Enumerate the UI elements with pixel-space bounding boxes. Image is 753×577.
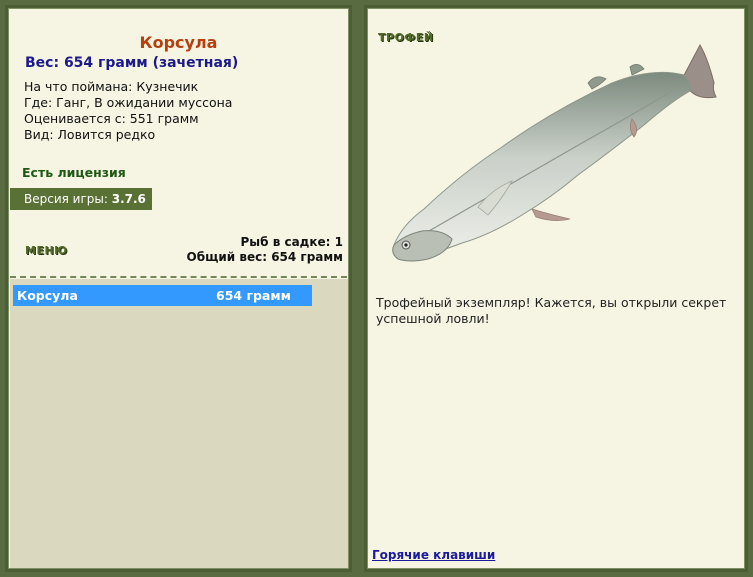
keepnet-stats: Рыб в садке: 1 Общий вес: 654 грамм: [187, 235, 343, 265]
catch-name: Корсула: [17, 288, 78, 303]
version-label: Версия игры:: [24, 192, 112, 206]
fish-details: На что поймана: Кузнечик Где: Ганг, В ож…: [24, 79, 232, 143]
divider: [10, 276, 347, 278]
fish-weight: Вес: 654 грамм (зачетная): [25, 55, 239, 71]
game-version: Версия игры: 3.7.6: [10, 188, 152, 210]
value-line: Оценивается с: 551 грамм: [24, 111, 199, 126]
trophy-description: Трофейный экземпляр! Кажется, вы открыли…: [376, 295, 727, 326]
keepnet-total-weight: Общий вес: 654 грамм: [186, 250, 343, 264]
fish-icon: [392, 43, 717, 262]
catch-weight: 654 грамм: [216, 288, 291, 303]
menu-button[interactable]: МЕНЮ: [25, 244, 68, 257]
trophy-panel: ТРОФЕЙ Трофейный экземпляр! Кажется, вы …: [364, 5, 748, 572]
license-status: Есть лицензия: [22, 165, 126, 180]
hotkeys-link[interactable]: Горячие клавиши: [372, 548, 495, 562]
list-item[interactable]: Корсула 654 грамм: [13, 285, 312, 306]
location-line: Где: Ганг, В ожидании муссона: [24, 95, 233, 110]
keepnet-count: Рыб в садке: 1: [240, 235, 344, 249]
fish-name: Корсула: [139, 33, 218, 52]
version-value: 3.7.6: [111, 192, 146, 206]
fish-info-panel: Корсула Вес: 654 грамм (зачетная) На что…: [5, 5, 352, 572]
keepnet-list[interactable]: Корсула 654 грамм: [10, 279, 348, 568]
bait-line: На что поймана: Кузнечик: [24, 79, 199, 94]
rarity-line: Вид: Ловится редко: [24, 127, 156, 142]
